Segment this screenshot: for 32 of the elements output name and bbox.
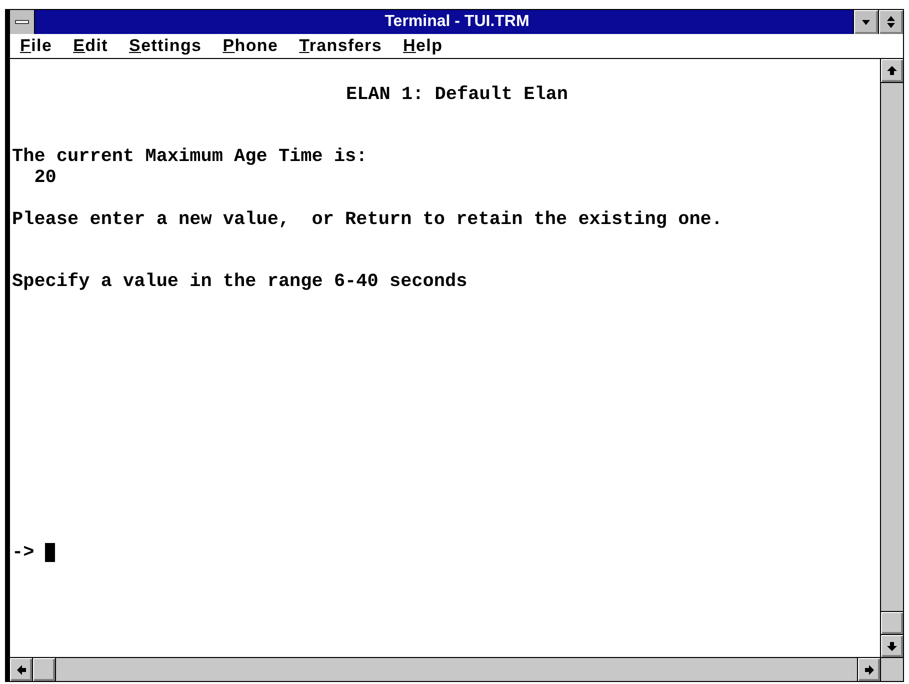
menu-item[interactable]: Transfers: [288, 35, 392, 57]
up-down-arrows-icon: [887, 16, 895, 28]
dash-icon: [15, 20, 29, 24]
setting-label: The current Maximum Age Time is:: [12, 147, 368, 168]
arrow-left-icon: [16, 664, 26, 674]
scroll-thumb[interactable]: [881, 611, 903, 634]
scroll-down-button[interactable]: [881, 634, 903, 657]
menu-item[interactable]: File: [10, 35, 62, 57]
minimize-button[interactable]: [853, 10, 878, 34]
range-hint-text: Specify a value in the range 6-40 seconds: [12, 272, 468, 293]
arrow-down-icon: [887, 642, 897, 650]
menu-item[interactable]: Edit: [62, 35, 118, 57]
window-title: Terminal - TUI.TRM: [384, 12, 530, 32]
arrow-up-icon: [887, 66, 897, 75]
menu-item[interactable]: Settings: [118, 35, 212, 57]
scroll-thumb[interactable]: [33, 658, 56, 681]
restore-button[interactable]: [878, 10, 903, 34]
arrow-right-icon: [864, 664, 874, 674]
system-menu-button[interactable]: [10, 10, 35, 34]
scroll-up-button[interactable]: [881, 59, 903, 83]
setting-value: 20: [34, 168, 56, 189]
menu-item[interactable]: Phone: [212, 35, 288, 57]
vertical-scrollbar[interactable]: [880, 59, 903, 657]
scroll-left-button[interactable]: [10, 658, 33, 681]
instruction-text: Please enter a new value, or Return to retain the existing one.: [12, 210, 723, 231]
prompt-symbol: ->: [12, 542, 34, 564]
menu-item[interactable]: Help: [392, 35, 453, 57]
caret-down-icon: [862, 20, 870, 24]
text-cursor: [45, 543, 56, 562]
horizontal-scrollbar[interactable]: [10, 658, 880, 681]
scroll-right-button[interactable]: [857, 658, 880, 681]
screen-heading: ELAN 1: Default Elan: [346, 84, 568, 105]
